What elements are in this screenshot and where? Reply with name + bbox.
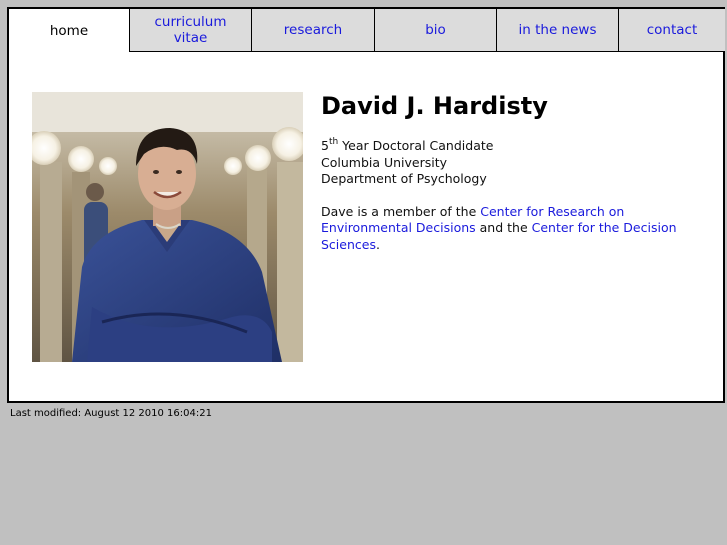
portrait-photo [32, 92, 303, 362]
tab-label: in the news [518, 22, 597, 38]
tab-in-the-news[interactable]: in the news [496, 9, 618, 52]
year-number: 5 [321, 138, 329, 153]
about-middle: and the [475, 220, 532, 235]
tab-label: contact [646, 22, 698, 38]
position-title: Year Doctoral Candidate [338, 138, 494, 153]
nav-tabs: home curriculum vitae research bio in th… [9, 9, 725, 52]
tab-bio[interactable]: bio [374, 9, 496, 52]
position-line: 5th Year Doctoral Candidate [321, 138, 701, 155]
tab-label: home [49, 22, 89, 39]
about-paragraph: Dave is a member of the Center for Resea… [321, 204, 701, 254]
tab-label: curriculum vitae [154, 14, 227, 46]
tab-label: bio [425, 22, 446, 38]
university: Columbia University [321, 154, 448, 170]
department: Department of Psychology [321, 171, 487, 186]
tab-home[interactable]: home [9, 9, 129, 52]
page-title: David J. Hardisty [321, 92, 548, 120]
tab-label: research [283, 22, 343, 38]
about-suffix: . [375, 236, 380, 252]
tab-curriculum-vitae[interactable]: curriculum vitae [129, 9, 251, 52]
last-modified: Last modified: August 12 2010 16:04:21 [10, 408, 212, 419]
year-suffix: th [328, 137, 339, 147]
tab-research[interactable]: research [251, 9, 374, 52]
main-panel: home curriculum vitae research bio in th… [7, 7, 725, 403]
profile-content: David J. Hardisty 5th Year Doctoral Cand… [321, 91, 701, 253]
tab-contact[interactable]: contact [618, 9, 725, 52]
about-prefix: Dave is a member of the [321, 203, 481, 219]
